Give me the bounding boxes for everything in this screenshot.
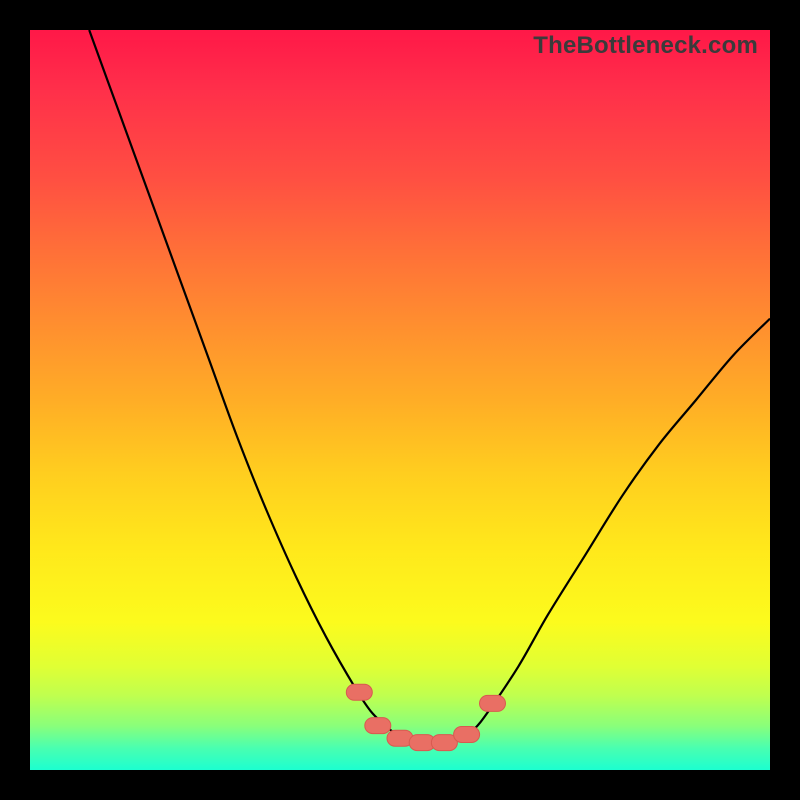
marker_1	[346, 684, 372, 700]
curve-right-branch	[415, 319, 770, 744]
outer-frame: TheBottleneck.com	[0, 0, 800, 800]
curve-left-branch	[89, 30, 415, 742]
plot-area: TheBottleneck.com	[30, 30, 770, 770]
marker_6	[454, 727, 480, 743]
markers-group	[346, 684, 505, 750]
bottleneck-curve-svg	[30, 30, 770, 770]
marker_2	[365, 718, 391, 734]
marker_7	[480, 695, 506, 711]
